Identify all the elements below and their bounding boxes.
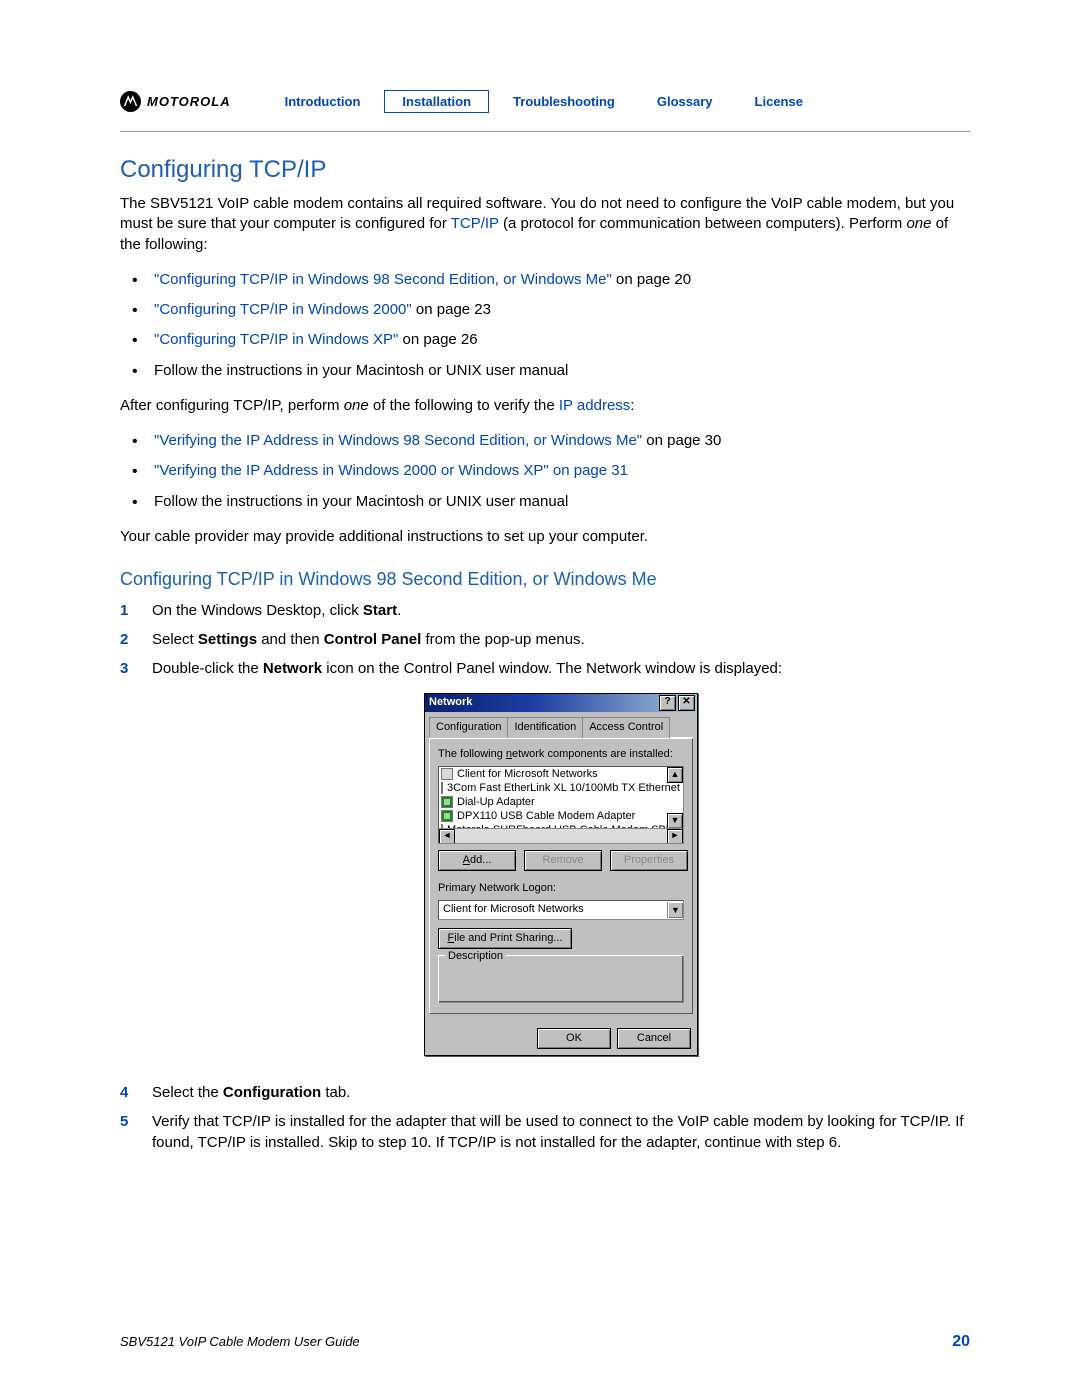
list-item: "Configuring TCP/IP in Windows 2000" on …	[150, 295, 970, 325]
list-item[interactable]: Client for Microsoft Networks	[439, 767, 683, 781]
description-group: Description	[438, 955, 684, 1003]
section-heading: Configuring TCP/IP	[120, 156, 970, 184]
motorola-batwing-icon	[120, 91, 141, 112]
tab-strip: Configuration Identification Access Cont…	[429, 716, 693, 738]
file-print-sharing-button[interactable]: File and Print Sharing...	[438, 928, 572, 949]
combo-value: Client for Microsoft Networks	[443, 902, 584, 917]
step-5: Verify that TCP/IP is installed for the …	[120, 1107, 970, 1157]
page-footer: SBV5121 VoIP Cable Modem User Guide 20	[120, 1333, 970, 1351]
list-item: "Verifying the IP Address in Windows 98 …	[150, 426, 970, 456]
brand-logo: MOTOROLA	[120, 91, 231, 112]
list-item[interactable]: 3Com Fast EtherLink XL 10/100Mb TX Ether…	[439, 781, 683, 795]
win2000-config-link[interactable]: "Configuring TCP/IP in Windows 2000"	[154, 301, 412, 318]
dialog-titlebar: Network ? ✕	[425, 694, 697, 712]
horizontal-scrollbar[interactable]: ◄ ►	[439, 828, 683, 843]
step-2: Select Settings and then Control Panel f…	[120, 625, 970, 654]
help-button[interactable]: ?	[659, 695, 676, 711]
components-listbox[interactable]: Client for Microsoft Networks 3Com Fast …	[438, 766, 684, 844]
step-4: Select the Configuration tab.	[120, 1078, 970, 1107]
client-icon	[441, 768, 453, 780]
tab-access-control[interactable]: Access Control	[582, 717, 670, 738]
tab-identification[interactable]: Identification	[507, 717, 583, 738]
list-item[interactable]: Dial-Up Adapter	[439, 795, 683, 809]
list-item[interactable]: DPX110 USB Cable Modem Adapter	[439, 809, 683, 823]
primary-logon-combo[interactable]: Client for Microsoft Networks ▼	[438, 900, 684, 920]
dialog-body: Configuration Identification Access Cont…	[425, 712, 697, 1022]
close-button[interactable]: ✕	[678, 695, 695, 711]
nav-troubleshooting[interactable]: Troubleshooting	[495, 90, 633, 113]
brand-text: MOTOROLA	[147, 94, 231, 109]
ok-button[interactable]: OK	[537, 1028, 611, 1049]
description-label: Description	[445, 949, 506, 964]
list-item: Follow the instructions in your Macintos…	[150, 487, 970, 517]
after-config-paragraph: After configuring TCP/IP, perform one of…	[120, 396, 970, 416]
nic-icon	[441, 810, 453, 822]
intro-paragraph: The SBV5121 VoIP cable modem contains al…	[120, 194, 970, 255]
dialog-footer: OK Cancel	[425, 1022, 697, 1055]
scroll-down-button[interactable]: ▼	[667, 813, 683, 829]
network-dialog-figure: Network ? ✕ Configuration Identification…	[152, 693, 970, 1056]
cancel-button[interactable]: Cancel	[617, 1028, 691, 1049]
component-buttons: Add... Remove Properties	[438, 850, 684, 871]
step-1: On the Windows Desktop, click Start.	[120, 596, 970, 625]
chevron-down-icon[interactable]: ▼	[667, 902, 683, 918]
nav-introduction[interactable]: Introduction	[267, 90, 379, 113]
winxp-config-link[interactable]: "Configuring TCP/IP in Windows XP"	[154, 331, 398, 348]
nav-glossary[interactable]: Glossary	[639, 90, 731, 113]
nav-installation[interactable]: Installation	[384, 90, 489, 113]
steps-list: On the Windows Desktop, click Start. Sel…	[120, 596, 970, 1157]
list-item: "Configuring TCP/IP in Windows 98 Second…	[150, 265, 970, 295]
add-button[interactable]: Add...	[438, 850, 516, 871]
bullet-list-1: "Configuring TCP/IP in Windows 98 Second…	[120, 265, 970, 386]
scroll-left-button[interactable]: ◄	[439, 829, 455, 844]
header-divider	[120, 131, 970, 132]
remove-button[interactable]: Remove	[524, 850, 602, 871]
list-item: Follow the instructions in your Macintos…	[150, 356, 970, 386]
footer-title: SBV5121 VoIP Cable Modem User Guide	[120, 1334, 360, 1349]
win98-verify-link[interactable]: "Verifying the IP Address in Windows 98 …	[154, 432, 642, 449]
nic-icon	[441, 796, 453, 808]
page-header: MOTOROLA Introduction Installation Troub…	[120, 90, 970, 123]
win2000xp-verify-link[interactable]: "Verifying the IP Address in Windows 200…	[154, 462, 628, 479]
tab-configuration[interactable]: Configuration	[429, 717, 508, 738]
list-item: "Configuring TCP/IP in Windows XP" on pa…	[150, 325, 970, 355]
tab-panel: The following network components are ins…	[429, 738, 693, 1014]
provider-note: Your cable provider may provide addition…	[120, 527, 970, 547]
page-number: 20	[952, 1333, 970, 1351]
ip-address-link[interactable]: IP address	[559, 397, 630, 414]
dialog-title: Network	[429, 695, 472, 710]
step-3: Double-click the Network icon on the Con…	[120, 654, 970, 1078]
nic-icon	[441, 782, 443, 794]
page: MOTOROLA Introduction Installation Troub…	[0, 0, 1080, 1397]
subsection-heading: Configuring TCP/IP in Windows 98 Second …	[120, 569, 970, 590]
components-label: The following network components are ins…	[438, 747, 684, 762]
primary-logon-label: Primary Network Logon:	[438, 881, 684, 896]
nav-license[interactable]: License	[737, 90, 821, 113]
network-dialog: Network ? ✕ Configuration Identification…	[424, 693, 698, 1056]
tcpip-link[interactable]: TCP/IP	[451, 215, 499, 232]
properties-button[interactable]: Properties	[610, 850, 688, 871]
scroll-right-button[interactable]: ►	[667, 829, 683, 844]
bullet-list-2: "Verifying the IP Address in Windows 98 …	[120, 426, 970, 517]
list-item: "Verifying the IP Address in Windows 200…	[150, 456, 970, 486]
win98-config-link[interactable]: "Configuring TCP/IP in Windows 98 Second…	[154, 271, 612, 288]
scroll-up-button[interactable]: ▲	[667, 767, 683, 783]
